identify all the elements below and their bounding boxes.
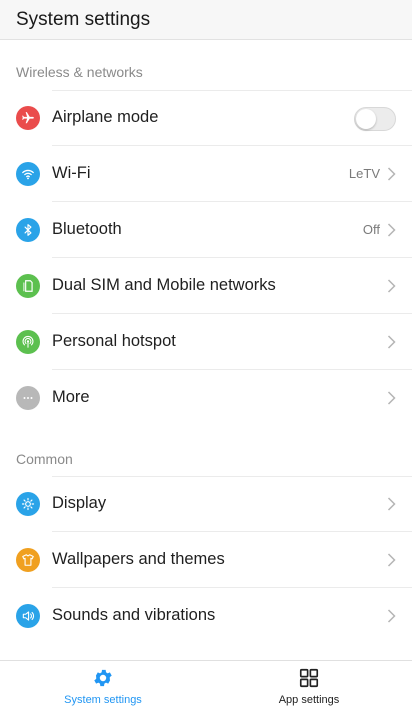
bluetooth-row[interactable]: Bluetooth Off xyxy=(0,202,412,258)
tab-app-settings[interactable]: App settings xyxy=(206,661,412,708)
airplane-mode-toggle[interactable] xyxy=(354,107,396,131)
wallpapers-themes-label: Wallpapers and themes xyxy=(52,550,225,568)
header: System settings xyxy=(0,0,412,40)
chevron-right-icon xyxy=(387,497,396,511)
divider xyxy=(52,90,412,91)
wifi-value: LeTV xyxy=(348,166,380,181)
bluetooth-label: Bluetooth xyxy=(52,220,122,238)
wifi-label: Wi-Fi xyxy=(52,164,91,182)
tab-system-settings[interactable]: System settings xyxy=(0,661,206,708)
hotspot-icon xyxy=(16,330,40,354)
bluetooth-icon xyxy=(16,218,40,242)
chevron-right-icon xyxy=(387,335,396,349)
dual-sim-label: Dual SIM and Mobile networks xyxy=(52,276,276,294)
display-icon xyxy=(16,492,40,516)
airplane-icon xyxy=(16,106,40,130)
chevron-right-icon xyxy=(387,167,396,181)
divider xyxy=(52,476,412,477)
section-label-common: Common xyxy=(16,451,73,467)
chevron-right-icon xyxy=(387,223,396,237)
chevron-right-icon xyxy=(387,279,396,293)
bluetooth-value: Off xyxy=(362,222,380,237)
section-label-wireless: Wireless & networks xyxy=(16,64,143,80)
bottom-nav: System settings App settings xyxy=(0,660,412,708)
page-title: System settings xyxy=(16,9,151,30)
chevron-right-icon xyxy=(387,553,396,567)
chevron-right-icon xyxy=(387,391,396,405)
sounds-vibrations-label: Sounds and vibrations xyxy=(52,606,216,624)
speaker-icon xyxy=(16,604,40,628)
tab-system-settings-label: System settings xyxy=(64,694,142,706)
personal-hotspot-label: Personal hotspot xyxy=(52,332,176,350)
dual-sim-row[interactable]: Dual SIM and Mobile networks xyxy=(0,258,412,314)
toggle-knob xyxy=(356,109,376,129)
airplane-mode-label: Airplane mode xyxy=(52,108,159,126)
chevron-right-icon xyxy=(387,609,396,623)
tab-app-settings-label: App settings xyxy=(278,694,340,706)
airplane-mode-row[interactable]: Airplane mode xyxy=(0,90,412,146)
wifi-row[interactable]: Wi-Fi LeTV xyxy=(0,146,412,202)
more-row[interactable]: More xyxy=(0,370,412,426)
display-label: Display xyxy=(52,494,107,512)
more-label: More xyxy=(52,388,90,406)
tshirt-icon xyxy=(16,548,40,572)
display-row[interactable]: Display xyxy=(0,476,412,532)
wallpapers-themes-row[interactable]: Wallpapers and themes xyxy=(0,532,412,588)
personal-hotspot-row[interactable]: Personal hotspot xyxy=(0,314,412,370)
sim-card-icon xyxy=(16,274,40,298)
wifi-icon xyxy=(16,162,40,186)
gear-icon xyxy=(94,669,112,687)
more-dots-icon xyxy=(16,386,40,410)
grid-icon xyxy=(299,668,319,688)
sounds-vibrations-row[interactable]: Sounds and vibrations xyxy=(0,588,412,644)
